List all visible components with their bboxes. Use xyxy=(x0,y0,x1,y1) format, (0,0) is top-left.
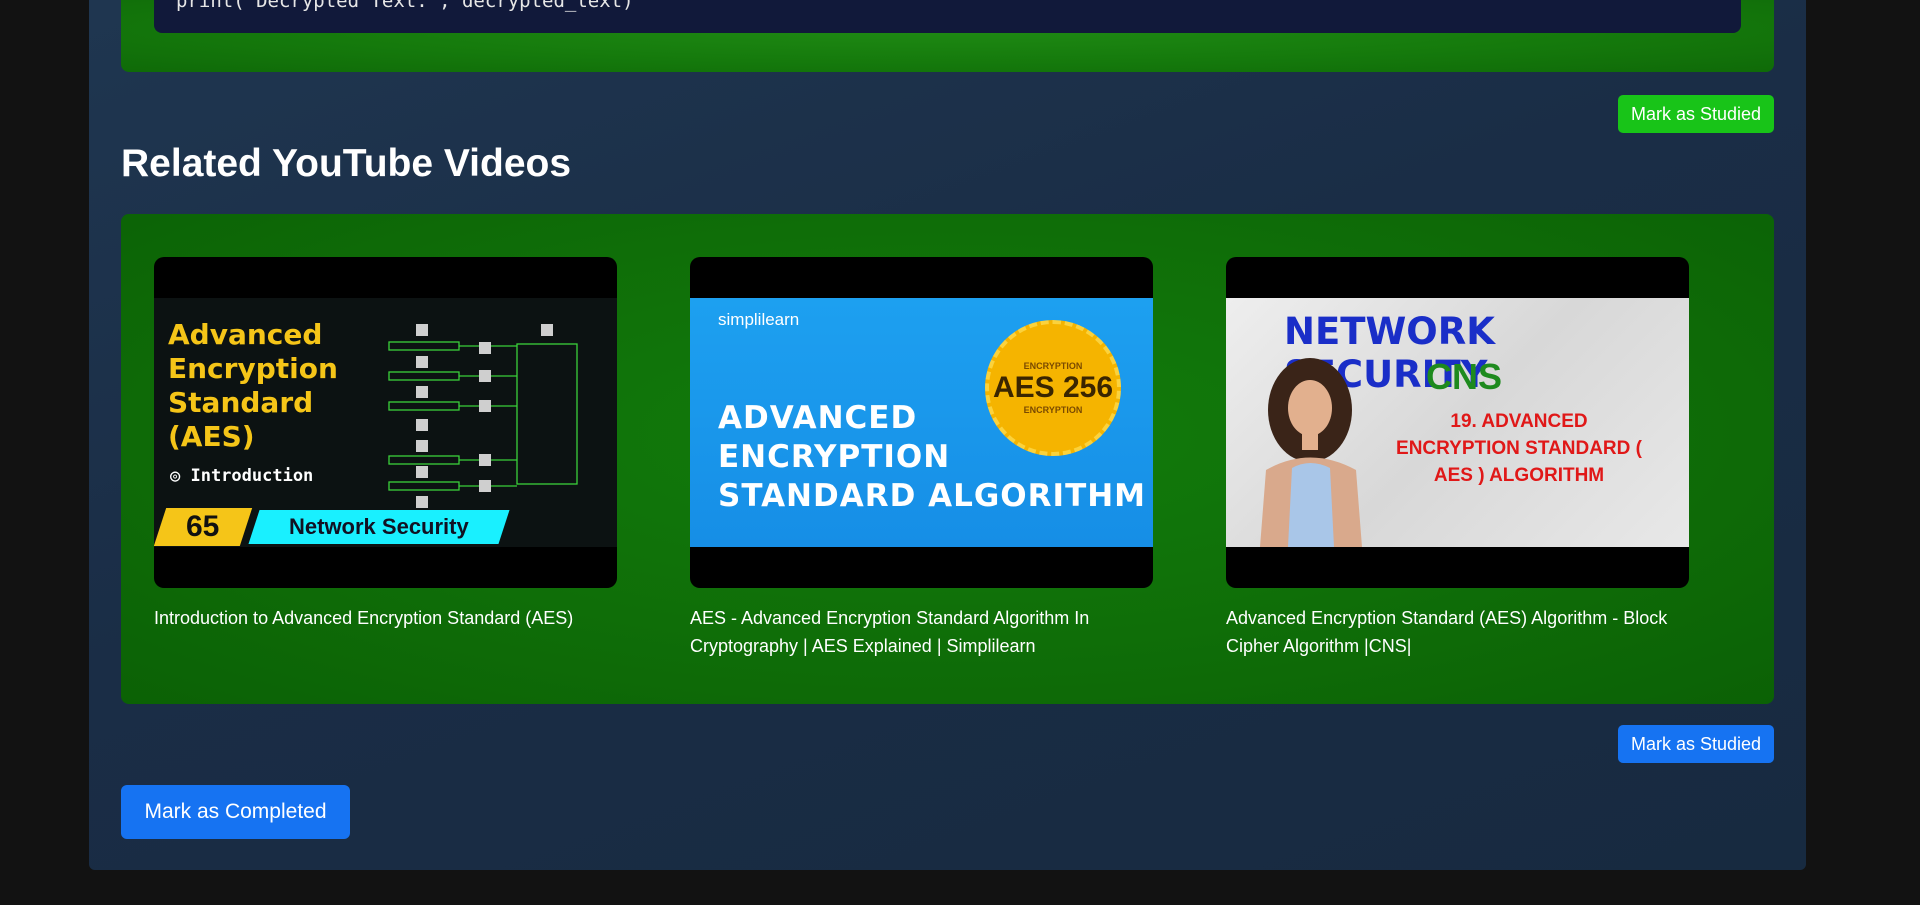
thumbnail-banner: Network Security xyxy=(248,510,510,544)
video-title[interactable]: AES - Advanced Encryption Standard Algor… xyxy=(690,604,1153,660)
thumbnail-image: simplilearn ENCRYPTION AES 256 ENCRYPTIO… xyxy=(690,298,1153,547)
thumbnail-headline: ADVANCED ENCRYPTION STANDARD ALGORITHM xyxy=(718,400,1147,514)
video-thumbnail[interactable]: NETWORK SECURITY CNS 19. ADVANCED ENCRYP… xyxy=(1226,257,1689,588)
thumbnail-image: Advanced Encryption Standard (AES) ◎ Int… xyxy=(154,298,617,547)
videos-panel: Advanced Encryption Standard (AES) ◎ Int… xyxy=(121,214,1774,704)
aes-diagram-icon xyxy=(388,324,578,508)
video-title[interactable]: Introduction to Advanced Encryption Stan… xyxy=(154,604,617,632)
video-thumbnail[interactable]: Advanced Encryption Standard (AES) ◎ Int… xyxy=(154,257,617,588)
thumbnail-heading: Advanced Encryption Standard (AES) xyxy=(168,318,338,453)
video-card[interactable]: simplilearn ENCRYPTION AES 256 ENCRYPTIO… xyxy=(690,257,1153,660)
mark-completed-button[interactable]: Mark as Completed xyxy=(121,785,350,839)
thumbnail-subtitle: ◎ Introduction xyxy=(170,466,314,486)
mark-studied-button[interactable]: Mark as Studied xyxy=(1618,725,1774,763)
video-card[interactable]: NETWORK SECURITY CNS 19. ADVANCED ENCRYP… xyxy=(1226,257,1689,660)
thumbnail-sub: CNS xyxy=(1426,356,1503,397)
thumbnail-number: 65 xyxy=(154,508,253,546)
presenter-image xyxy=(1260,358,1362,547)
video-thumbnail[interactable]: simplilearn ENCRYPTION AES 256 ENCRYPTIO… xyxy=(690,257,1153,588)
simplilearn-logo: simplilearn xyxy=(718,310,800,329)
thumbnail-topic: 19. ADVANCED ENCRYPTION STANDARD ( AES )… xyxy=(1396,411,1642,486)
code-line: print("Decrypted Text:", decrypted_text) xyxy=(176,0,634,12)
section-title: Related YouTube Videos xyxy=(121,142,572,185)
thumbnail-image: NETWORK SECURITY CNS 19. ADVANCED ENCRYP… xyxy=(1226,298,1689,547)
video-card[interactable]: Advanced Encryption Standard (AES) ◎ Int… xyxy=(154,257,617,632)
mark-studied-button[interactable]: Mark as Studied xyxy=(1618,95,1774,133)
video-title[interactable]: Advanced Encryption Standard (AES) Algor… xyxy=(1226,604,1689,660)
code-block: print("Decrypted Text:", decrypted_text) xyxy=(154,0,1741,33)
